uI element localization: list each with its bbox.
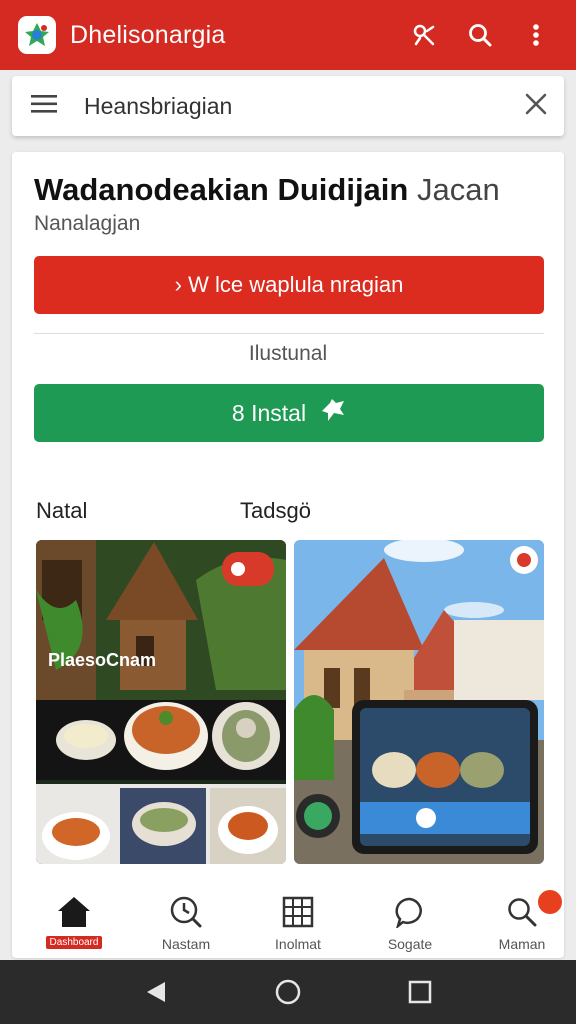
grid-icon	[278, 892, 318, 932]
page-title-suffix: Jacan	[416, 172, 500, 207]
search-query-text[interactable]: Heansbriagian	[84, 93, 524, 120]
notification-badge	[538, 890, 562, 914]
gallery-label-right: Tadsgö	[240, 498, 311, 523]
install-button-label: 8 Instal	[231, 399, 307, 426]
nav-label-dashboard: Dashboard	[45, 936, 103, 949]
nav-item-dashboard[interactable]: Dashboard	[20, 880, 128, 956]
nav-label-nastam: Nastam	[161, 936, 211, 952]
nav-label-maman: Maman	[498, 936, 546, 952]
bottom-navigation: Dashboard Nastam Inolmat Sogate Maman	[0, 880, 576, 956]
close-icon[interactable]	[524, 92, 548, 121]
install-section-label: Ilustunal	[248, 342, 328, 365]
app-detail-card: Wadanodeakian Duidijain Jacan Nanalagjan…	[12, 152, 564, 958]
gallery-label-left: Natal	[36, 498, 88, 523]
system-nav-bar	[0, 960, 576, 1024]
app-bar: Dhelisonargia	[0, 0, 576, 70]
puzzle-icon	[318, 397, 346, 429]
nav-item-inolmat[interactable]: Inolmat	[244, 880, 352, 956]
home-circle-icon[interactable]	[268, 972, 308, 1012]
divider	[34, 333, 544, 334]
pin-icon[interactable]	[402, 13, 446, 57]
nav-item-maman[interactable]: Maman	[468, 880, 576, 956]
nav-label-sogate: Sogate	[387, 936, 433, 952]
menu-icon[interactable]	[30, 93, 58, 120]
gallery-tile-food[interactable]: PlaesoCnam	[36, 540, 286, 864]
install-button[interactable]: 8 Instal	[34, 384, 544, 442]
chat-icon	[390, 892, 430, 932]
page-title: Wadanodeakian Duidijain Jacan	[34, 172, 500, 208]
search-icon[interactable]	[458, 13, 502, 57]
page-subtitle: Nanalagjan	[34, 212, 141, 235]
nav-label-inolmat: Inolmat	[275, 936, 321, 952]
nav-item-nastam[interactable]: Nastam	[132, 880, 240, 956]
tile-caption: PlaesoCnam	[48, 650, 156, 670]
search-bar[interactable]: Heansbriagian	[12, 76, 564, 136]
recents-icon[interactable]	[400, 972, 440, 1012]
clock-search-icon	[166, 892, 206, 932]
page-title-main: Wadanodeakian Duidijain	[34, 172, 409, 207]
gallery-tile-app-preview[interactable]	[294, 540, 544, 864]
nav-item-sogate[interactable]: Sogate	[356, 880, 464, 956]
back-icon[interactable]	[136, 972, 176, 1012]
search-icon	[502, 892, 542, 932]
primary-action-button[interactable]: › W lce waplula nragian	[34, 256, 544, 314]
app-title: Dhelisonargia	[70, 20, 226, 49]
more-vert-icon[interactable]	[514, 13, 558, 57]
home-icon	[54, 892, 94, 932]
app-logo[interactable]	[18, 16, 56, 54]
